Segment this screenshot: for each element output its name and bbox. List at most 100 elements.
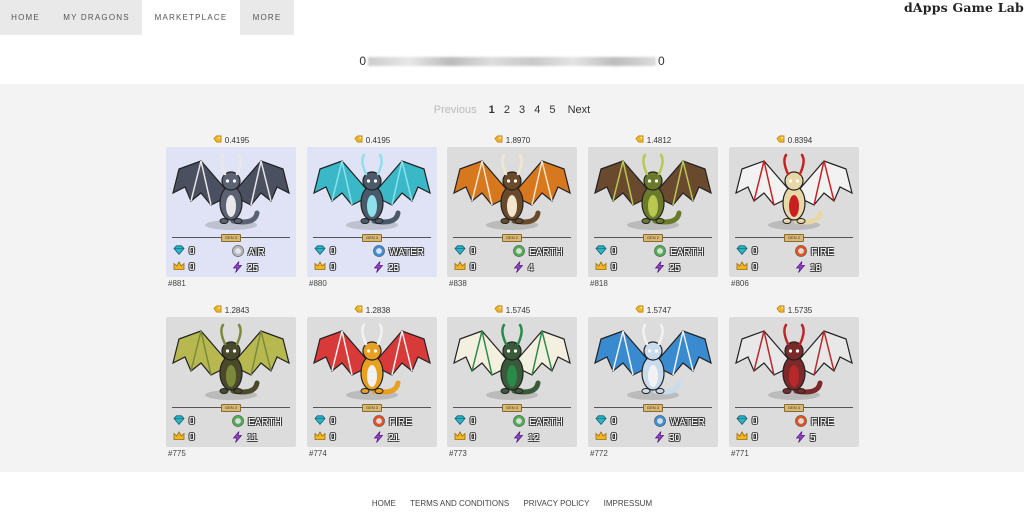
dragon-gems: 0: [595, 245, 617, 258]
dragon-crowns: 0: [595, 261, 617, 274]
pagination-page-4[interactable]: 4: [534, 104, 540, 116]
dragon-element-value: AIR: [248, 247, 265, 258]
diamond-icon: [736, 415, 748, 428]
generation-badge: GEN 3: [221, 234, 241, 242]
dragon-tile[interactable]: GEN 3 0 0 WATER 30: [588, 317, 718, 447]
dragon-gems-value: 0: [330, 416, 336, 427]
dragon-id: #881: [168, 279, 186, 288]
diamond-icon: [173, 245, 185, 258]
dragon-gems-value: 0: [470, 246, 476, 257]
price-tag-icon: [494, 135, 503, 145]
dragon-price: 0.4195: [166, 133, 296, 147]
wallet-address: 00: [0, 54, 1024, 68]
generation-badge: GEN 2: [784, 234, 804, 242]
diamond-icon: [595, 245, 607, 258]
dragon-price-value: 1.4812: [646, 135, 672, 145]
dragon-power: 25: [654, 261, 680, 276]
dragon-element-value: EARTH: [529, 417, 563, 428]
pagination-page-3[interactable]: 3: [519, 104, 525, 116]
dragon-tile[interactable]: GEN 2 0 0 EARTH 4: [447, 147, 577, 277]
dragon-price-value: 1.5735: [787, 305, 813, 315]
pagination-page-2[interactable]: 2: [504, 104, 510, 116]
dragon-card[interactable]: 0.8394 GEN 2 0 0 FIRE 18 #806: [729, 133, 859, 291]
pagination-page-5[interactable]: 5: [549, 104, 555, 116]
dragon-id: #772: [590, 449, 608, 458]
dragon-tile[interactable]: GEN 2 0 0 EARTH 25: [588, 147, 718, 277]
element-ring-icon: [654, 415, 666, 430]
dragon-gems-value: 0: [752, 246, 758, 257]
pagination: Previous 1 2 3 4 5 Next: [0, 104, 1024, 116]
dragon-power: 12: [513, 431, 539, 446]
dragon-tile[interactable]: GEN 3 0 0 EARTH 11: [166, 317, 296, 447]
dragon-crowns-value: 0: [611, 262, 617, 273]
generation-badge: GEN 3: [784, 404, 804, 412]
dragon-gems-value: 0: [611, 246, 617, 257]
dragon-card[interactable]: 1.2838 GEN 3 0 0 FIRE 21 #774: [307, 303, 437, 461]
dragon-element: EARTH: [654, 245, 704, 260]
dragon-power-value: 23: [388, 263, 400, 274]
marketplace-panel: Previous 1 2 3 4 5 Next 0.4195 GEN 3 0 0 AIR…: [0, 84, 1024, 472]
nav-tab-my-dragons[interactable]: MY DRAGONS: [51, 0, 142, 35]
dragon-crowns-value: 0: [611, 432, 617, 443]
lightning-bolt-icon: [654, 431, 665, 446]
dragon-card[interactable]: 1.5735 GEN 3 0 0 FIRE 5 #771: [729, 303, 859, 461]
dragon-tile[interactable]: GEN 3 0 0 FIRE 5: [729, 317, 859, 447]
dragon-power: 11: [232, 431, 257, 446]
dragon-crowns-value: 0: [330, 432, 336, 443]
diamond-icon: [595, 415, 607, 428]
pagination-next[interactable]: Next: [568, 104, 591, 116]
pagination-page-1[interactable]: 1: [489, 104, 495, 116]
footer-link-home[interactable]: HOME: [372, 499, 396, 508]
lightning-bolt-icon: [373, 431, 384, 446]
dragon-tile[interactable]: GEN 3 0 0 FIRE 21: [307, 317, 437, 447]
pagination-previous[interactable]: Previous: [434, 104, 477, 116]
dragon-price-value: 0.4195: [224, 135, 250, 145]
price-tag-icon: [213, 135, 222, 145]
price-tag-icon: [494, 305, 503, 315]
nav-tab-marketplace[interactable]: MARKETPLACE: [142, 0, 240, 35]
dragon-tile[interactable]: GEN 3 0 0 EARTH 12: [447, 317, 577, 447]
dragon-price: 0.4195: [307, 133, 437, 147]
dragon-gems: 0: [173, 415, 195, 428]
dragon-tile[interactable]: GEN 3 0 0 WATER 23: [307, 147, 437, 277]
lightning-bolt-icon: [232, 261, 243, 276]
dragon-gems: 0: [173, 245, 195, 258]
footer-link-privacy[interactable]: PRIVACY POLICY: [523, 499, 589, 508]
dragon-crowns: 0: [173, 431, 195, 444]
dragon-element: FIRE: [795, 415, 834, 430]
dragon-gems-value: 0: [189, 246, 195, 257]
footer-link-impressum[interactable]: IMPRESSUM: [604, 499, 652, 508]
dragon-power: 18: [795, 261, 821, 276]
generation-badge: GEN 3: [362, 234, 382, 242]
crown-icon: [314, 261, 326, 274]
dragon-card[interactable]: 1.2843 GEN 3 0 0 EARTH 11 #775: [166, 303, 296, 461]
lightning-bolt-icon: [795, 261, 806, 276]
diamond-icon: [173, 415, 185, 428]
dragon-tile[interactable]: GEN 3 0 0 AIR 25: [166, 147, 296, 277]
dragon-card[interactable]: 1.5745 GEN 3 0 0 EARTH 12 #773: [447, 303, 577, 461]
nav-tab-home[interactable]: HOME: [0, 0, 51, 35]
generation-badge: GEN 3: [221, 404, 241, 412]
dragon-card[interactable]: 0.4195 GEN 3 0 0 WATER 23 #880: [307, 133, 437, 291]
element-ring-icon: [513, 245, 525, 260]
price-tag-icon: [635, 305, 644, 315]
dragon-price: 0.8394: [729, 133, 859, 147]
generation-badge: GEN 3: [643, 404, 663, 412]
generation-badge: GEN 3: [362, 404, 382, 412]
dragon-card[interactable]: 0.4195 GEN 3 0 0 AIR 25 #881: [166, 133, 296, 291]
dragon-crowns: 0: [736, 261, 758, 274]
dragon-element-value: EARTH: [670, 247, 704, 258]
dragon-card[interactable]: 1.5747 GEN 3 0 0 WATER 30 #772: [588, 303, 718, 461]
nav-tab-more[interactable]: MORE: [240, 0, 294, 35]
dragon-power: 21: [373, 431, 399, 446]
dragon-crowns: 0: [454, 431, 476, 444]
dragon-card[interactable]: 1.4812 GEN 2 0 0 EARTH 25 #818: [588, 133, 718, 291]
dragon-card[interactable]: 1.8970 GEN 2 0 0 EARTH 4 #838: [447, 133, 577, 291]
brand-title: dApps Game Lab: [903, 0, 1024, 15]
footer-link-terms[interactable]: TERMS AND CONDITIONS: [410, 499, 509, 508]
dragon-tile[interactable]: GEN 2 0 0 FIRE 18: [729, 147, 859, 277]
crown-icon: [314, 431, 326, 444]
dragon-element-value: FIRE: [811, 417, 834, 428]
dragon-power-value: 21: [388, 433, 400, 444]
dragon-gems: 0: [454, 415, 476, 428]
